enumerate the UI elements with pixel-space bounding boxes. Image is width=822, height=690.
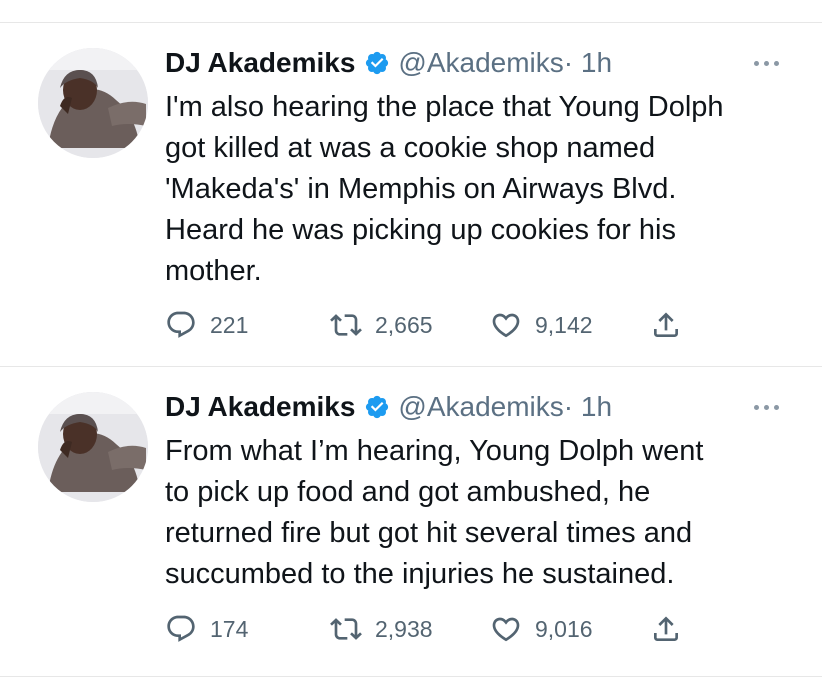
tweet-header: DJ Akademiks @Akademiks · 1h [165, 387, 612, 427]
like-button[interactable]: 9,016 [490, 611, 593, 647]
author-handle[interactable]: @Akademiks [398, 47, 563, 79]
like-icon [492, 617, 520, 642]
tweet-text-line: to pick up food and got ambushed, he [165, 476, 651, 508]
retweet-count: 2,938 [375, 615, 433, 642]
share-button[interactable] [650, 307, 682, 343]
tweet-text-line: Heard he was picking up cookies for his [165, 214, 676, 246]
tweet-text-line: From what I’m hearing, Young Dolph went [165, 435, 704, 467]
tweet-actions: 221 2,665 9,142 [165, 307, 725, 343]
tweet-text-line: returned fire but got hit several times … [165, 517, 693, 549]
tweet-timestamp[interactable]: · 1h [564, 47, 612, 79]
verified-badge-icon [364, 50, 390, 76]
tweet-text: I'm also hearing the place that Young Do… [165, 87, 805, 292]
retweet-button[interactable]: 2,665 [330, 307, 433, 343]
tweet-text-line: I'm also hearing the place that Young Do… [165, 91, 724, 123]
retweet-icon [330, 314, 362, 336]
reply-count: 174 [210, 615, 249, 642]
top-divider [0, 22, 822, 23]
tweet-divider [0, 366, 822, 367]
avatar[interactable] [38, 392, 148, 502]
reply-icon [167, 311, 195, 338]
like-count: 9,142 [535, 311, 593, 338]
reply-button[interactable]: 221 [165, 307, 248, 343]
avatar[interactable] [38, 48, 148, 158]
like-icon [492, 313, 520, 338]
tweet-timestamp[interactable]: · 1h [564, 391, 612, 423]
tweet-text-line: mother. [165, 255, 262, 287]
retweet-count: 2,665 [375, 311, 433, 338]
like-count: 9,016 [535, 615, 593, 642]
verified-badge-icon [364, 394, 390, 420]
author-name[interactable]: DJ Akademiks [165, 391, 355, 423]
reply-button[interactable]: 174 [165, 611, 248, 647]
reply-icon [167, 615, 195, 642]
retweet-button[interactable]: 2,938 [330, 611, 433, 647]
tweet-text: From what I’m hearing, Young Dolph went … [165, 431, 805, 595]
more-options-icon[interactable] [750, 55, 784, 71]
tweet-text-line: succumbed to the injuries he sustained. [165, 558, 675, 590]
tweet-text-line: got killed at was a cookie shop named [165, 132, 656, 164]
tweet-actions: 174 2,938 9,016 [165, 611, 725, 647]
share-icon [654, 616, 678, 641]
share-button[interactable] [650, 611, 682, 647]
tweet-text-line: 'Makeda's' in Memphis on Airways Blvd. [165, 173, 677, 205]
author-handle[interactable]: @Akademiks [398, 391, 563, 423]
bottom-divider [0, 676, 822, 677]
reply-count: 221 [210, 311, 249, 338]
like-button[interactable]: 9,142 [490, 307, 593, 343]
author-name[interactable]: DJ Akademiks [165, 47, 355, 79]
retweet-icon [330, 618, 362, 640]
share-icon [654, 312, 678, 337]
tweet-header: DJ Akademiks @Akademiks · 1h [165, 43, 612, 83]
more-options-icon[interactable] [750, 399, 784, 415]
